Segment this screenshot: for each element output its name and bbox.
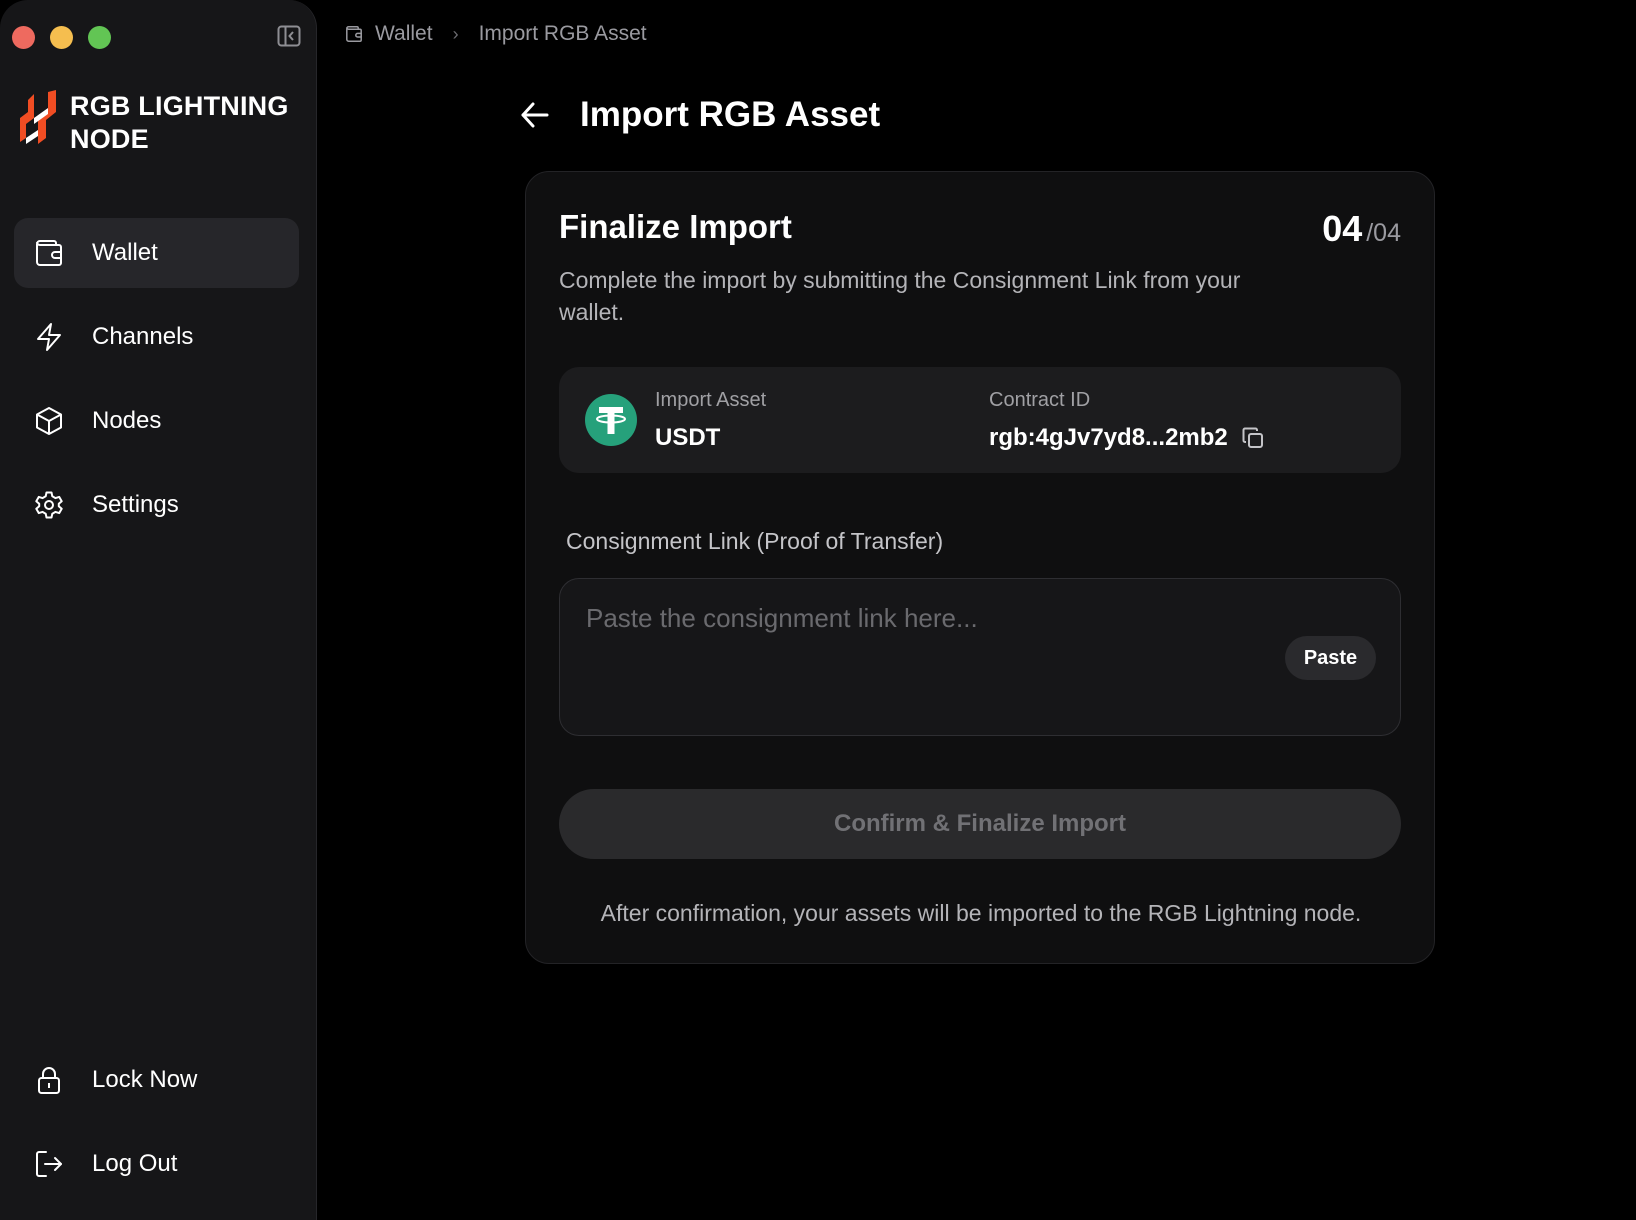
maximize-window-button[interactable] <box>88 26 111 49</box>
breadcrumb-current: Import RGB Asset <box>478 22 647 45</box>
consignment-input-box: Paste <box>559 578 1401 736</box>
breadcrumb: Wallet › Import RGB Asset <box>345 22 647 46</box>
logout-icon <box>36 1151 62 1177</box>
log-out-button[interactable]: Log Out <box>14 1129 299 1199</box>
consignment-link-input[interactable] <box>584 601 1238 715</box>
step-indicator: 04 /04 <box>1322 208 1401 250</box>
lock-now-label: Lock Now <box>92 1066 198 1093</box>
usdt-token-icon <box>585 394 637 446</box>
brand-line-2: NODE <box>70 124 149 154</box>
sidebar-item-settings[interactable]: Settings <box>14 470 299 540</box>
sidebar-nav: Wallet Channels Nodes Settings <box>14 218 299 554</box>
lightning-icon <box>37 323 61 351</box>
confirmation-note: After confirmation, your assets will be … <box>600 900 1362 926</box>
wallet-icon <box>36 240 62 266</box>
finalize-import-card: Finalize Import 04 /04 Complete the impo… <box>525 171 1435 964</box>
step-total: /04 <box>1366 219 1401 247</box>
sidebar-item-label: Settings <box>92 491 179 518</box>
minimize-window-button[interactable] <box>50 26 73 49</box>
wallet-icon <box>346 26 362 42</box>
contract-id-info: Contract ID rgb:4gJv7yd8...2mb2 <box>989 389 1264 452</box>
logo-icon <box>20 90 56 144</box>
sidebar-item-label: Nodes <box>92 407 162 434</box>
page-title: Import RGB Asset <box>580 95 881 134</box>
consignment-link-label: Consignment Link (Proof of Transfer) <box>566 528 944 554</box>
brand-line-1: RGB LIGHTNING <box>70 91 289 121</box>
lock-icon <box>38 1067 60 1094</box>
copy-icon[interactable] <box>1242 427 1264 449</box>
import-asset-label: Import Asset <box>655 389 767 411</box>
import-asset-info: Import Asset USDT <box>655 389 766 452</box>
log-out-label: Log Out <box>92 1150 178 1177</box>
contract-id-label: Contract ID <box>989 389 1091 411</box>
import-asset-value: USDT <box>655 424 721 451</box>
contract-id-value: rgb:4gJv7yd8...2mb2 <box>989 424 1228 451</box>
sidebar-item-label: Channels <box>92 323 194 350</box>
sidebar-item-label: Wallet <box>92 239 158 266</box>
sidebar: RGB LIGHTNING NODE Wallet Channels Nodes <box>0 0 317 1220</box>
chevron-right-icon: › <box>452 23 459 44</box>
brand: RGB LIGHTNING NODE <box>20 90 300 156</box>
back-arrow-icon[interactable] <box>520 101 550 129</box>
contract-id-row: rgb:4gJv7yd8...2mb2 <box>989 424 1264 452</box>
paste-button[interactable]: Paste <box>1285 636 1376 680</box>
lock-now-button[interactable]: Lock Now <box>14 1045 299 1115</box>
page-header: Import RGB Asset <box>520 95 880 135</box>
breadcrumb-wallet-link[interactable]: Wallet <box>375 22 433 46</box>
card-description: Complete the import by submitting the Co… <box>559 267 1241 325</box>
gear-icon <box>35 491 63 519</box>
confirm-finalize-button[interactable]: Confirm & Finalize Import <box>559 789 1401 859</box>
cube-icon <box>36 407 62 435</box>
sidebar-item-channels[interactable]: Channels <box>14 302 299 372</box>
sidebar-bottom-nav: Lock Now Log Out <box>14 1045 299 1213</box>
sidebar-toggle-icon[interactable] <box>277 25 301 47</box>
step-current: 04 <box>1322 208 1363 249</box>
card-title: Finalize Import <box>559 208 792 245</box>
close-window-button[interactable] <box>12 26 35 49</box>
sidebar-item-nodes[interactable]: Nodes <box>14 386 299 456</box>
window-controls <box>12 26 111 49</box>
asset-summary: Import Asset USDT Contract ID rgb:4gJv7y… <box>559 367 1401 473</box>
sidebar-item-wallet[interactable]: Wallet <box>14 218 299 288</box>
